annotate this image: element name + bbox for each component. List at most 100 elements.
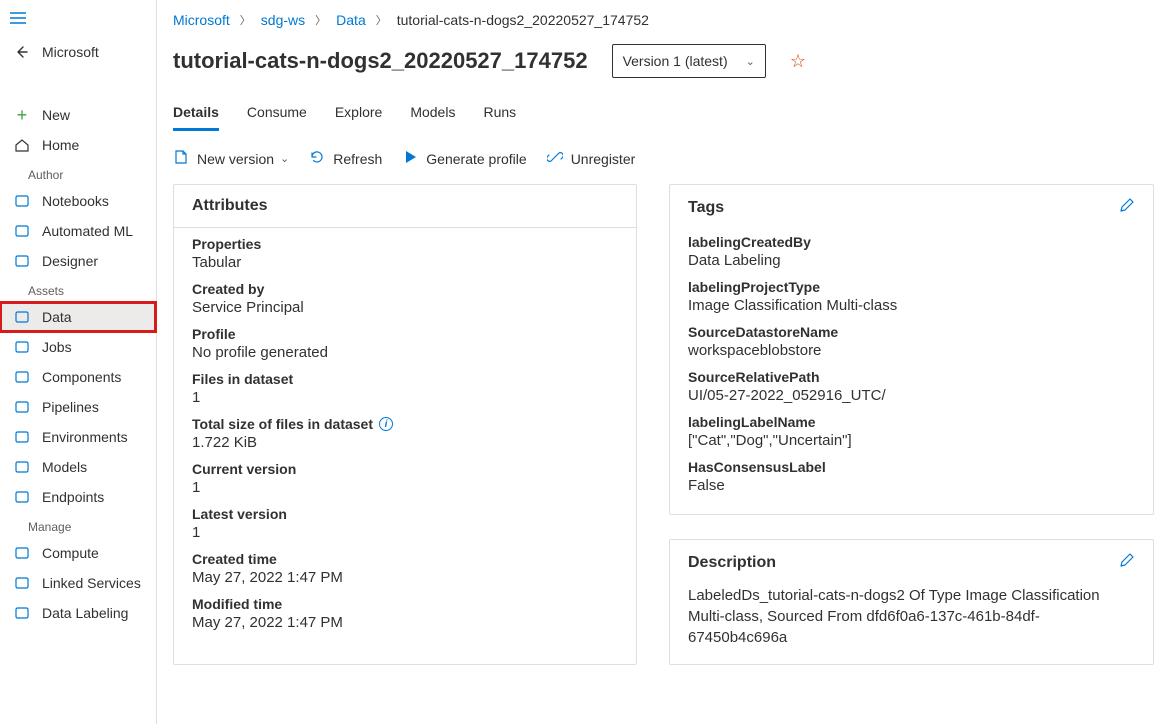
sidebar-item-environments[interactable]: Environments xyxy=(0,422,156,452)
nav-icon xyxy=(14,339,30,355)
attributes-card: Attributes PropertiesTabular Created by Se… xyxy=(173,184,637,665)
nav-label: Data Labeling xyxy=(42,605,128,621)
nav-icon xyxy=(14,193,30,209)
attribute-value: Service Principal xyxy=(192,299,618,316)
sidebar-item-linked-services[interactable]: Linked Services xyxy=(0,568,156,598)
refresh-button[interactable]: Refresh xyxy=(309,149,382,168)
tab-bar: Details Consume Explore Models Runs xyxy=(173,96,1154,131)
new-version-button[interactable]: New version ⌄ xyxy=(173,149,289,168)
sidebar-item-home[interactable]: Home xyxy=(0,130,156,160)
version-dropdown[interactable]: Version 1 (latest) ⌄ xyxy=(612,44,766,78)
info-icon[interactable]: i xyxy=(379,417,393,431)
attribute-label: Latest version xyxy=(192,506,618,522)
version-label: Version 1 (latest) xyxy=(623,53,728,69)
tab-details[interactable]: Details xyxy=(173,96,219,130)
attribute-label: Current version xyxy=(192,461,618,477)
nav-label: Environments xyxy=(42,429,128,445)
tag-row: SourceRelativePathUI/05-27-2022_052916_U… xyxy=(688,369,1135,404)
tag-row: labelingLabelName["Cat","Dog","Uncertain… xyxy=(688,414,1135,449)
tab-runs[interactable]: Runs xyxy=(483,96,516,130)
edit-tags-icon[interactable] xyxy=(1119,197,1135,218)
back-link[interactable]: Microsoft xyxy=(0,34,156,70)
attribute-row: Modified timeMay 27, 2022 1:47 PM xyxy=(192,596,618,631)
attribute-row: Total size of files in dataseti 1.722 KiB xyxy=(192,416,618,451)
nav-icon xyxy=(14,309,30,325)
nav-icon xyxy=(14,489,30,505)
sidebar: Microsoft + New Home Author Notebooks Aut… xyxy=(0,0,157,724)
home-icon xyxy=(14,137,30,153)
sidebar-item-new[interactable]: + New xyxy=(0,100,156,130)
attribute-row: Files in dataset1 xyxy=(192,371,618,406)
nav-label: Models xyxy=(42,459,87,475)
hamburger-icon[interactable] xyxy=(0,2,156,34)
unregister-button[interactable]: Unregister xyxy=(547,149,636,168)
attribute-value: Tabular xyxy=(192,254,618,271)
tag-value: workspaceblobstore xyxy=(688,342,1135,359)
nav-label: Compute xyxy=(42,545,99,561)
attributes-header: Attributes xyxy=(174,185,636,228)
attribute-value: 1.722 KiB xyxy=(192,434,618,451)
attribute-row: PropertiesTabular xyxy=(192,236,618,271)
main-content: Microsoft 〉 sdg-ws 〉 Data 〉 tutorial-cat… xyxy=(157,0,1170,724)
chevron-right-icon: 〉 xyxy=(376,12,387,28)
edit-description-icon[interactable] xyxy=(1119,552,1135,573)
favorite-star-icon[interactable]: ☆ xyxy=(790,51,806,72)
breadcrumb-link[interactable]: sdg-ws xyxy=(261,12,305,28)
sidebar-item-compute[interactable]: Compute xyxy=(0,538,156,568)
attribute-value: 1 xyxy=(192,524,618,541)
tag-label: HasConsensusLabel xyxy=(688,459,1135,475)
tab-consume[interactable]: Consume xyxy=(247,96,307,130)
attribute-label: Created by xyxy=(192,281,618,297)
sidebar-item-designer[interactable]: Designer xyxy=(0,246,156,276)
sidebar-item-models[interactable]: Models xyxy=(0,452,156,482)
sidebar-item-jobs[interactable]: Jobs xyxy=(0,332,156,362)
nav-label: Pipelines xyxy=(42,399,99,415)
sidebar-item-data[interactable]: Data xyxy=(0,302,156,332)
chevron-right-icon: 〉 xyxy=(315,12,326,28)
tag-label: SourceRelativePath xyxy=(688,369,1135,385)
nav-icon xyxy=(14,545,30,561)
sidebar-item-notebooks[interactable]: Notebooks xyxy=(0,186,156,216)
attribute-row: Created by Service Principal xyxy=(192,281,618,316)
tag-value: False xyxy=(688,477,1135,494)
tab-explore[interactable]: Explore xyxy=(335,96,382,130)
tag-label: SourceDatastoreName xyxy=(688,324,1135,340)
breadcrumb: Microsoft 〉 sdg-ws 〉 Data 〉 tutorial-cat… xyxy=(173,12,1154,28)
section-author: Author xyxy=(0,160,156,186)
description-header: Description xyxy=(688,554,776,572)
tab-models[interactable]: Models xyxy=(410,96,455,130)
section-manage: Manage xyxy=(0,512,156,538)
sidebar-item-components[interactable]: Components xyxy=(0,362,156,392)
attribute-label: Profile xyxy=(192,326,618,342)
toolbar: New version ⌄ Refresh Generate profile xyxy=(173,135,1154,184)
nav-label: Linked Services xyxy=(42,575,141,591)
chevron-right-icon: 〉 xyxy=(240,12,251,28)
tags-card: Tags labelingCreatedByData Labelinglabel… xyxy=(669,184,1154,515)
attribute-row: Current version1 xyxy=(192,461,618,496)
breadcrumb-link[interactable]: Microsoft xyxy=(173,12,230,28)
attribute-value: 1 xyxy=(192,389,618,406)
tag-row: HasConsensusLabel False xyxy=(688,459,1135,494)
sidebar-item-data-labeling[interactable]: Data Labeling xyxy=(0,598,156,628)
nav-label: Data xyxy=(42,309,72,325)
nav-label: Jobs xyxy=(42,339,72,355)
attribute-label: Created time xyxy=(192,551,618,567)
section-assets: Assets xyxy=(0,276,156,302)
sidebar-item-automated-ml[interactable]: Automated ML xyxy=(0,216,156,246)
attribute-label: Total size of files in dataseti xyxy=(192,416,618,432)
breadcrumb-link[interactable]: Data xyxy=(336,12,366,28)
sidebar-item-pipelines[interactable]: Pipelines xyxy=(0,392,156,422)
attribute-row: Latest version 1 xyxy=(192,506,618,541)
tag-value: Image Classification Multi-class xyxy=(688,297,1135,314)
sidebar-item-endpoints[interactable]: Endpoints xyxy=(0,482,156,512)
nav-icon xyxy=(14,575,30,591)
tag-label: labelingProjectType xyxy=(688,279,1135,295)
attribute-value: May 27, 2022 1:47 PM xyxy=(192,614,618,631)
description-text: LabeledDs_tutorial-cats-n-dogs2 Of Type … xyxy=(670,585,1153,664)
generate-profile-button[interactable]: Generate profile xyxy=(402,149,526,168)
back-arrow-icon xyxy=(14,44,30,60)
chevron-down-icon: ⌄ xyxy=(746,55,755,68)
attribute-value: May 27, 2022 1:47 PM xyxy=(192,569,618,586)
nav-label: Automated ML xyxy=(42,223,133,239)
nav-label: Designer xyxy=(42,253,98,269)
